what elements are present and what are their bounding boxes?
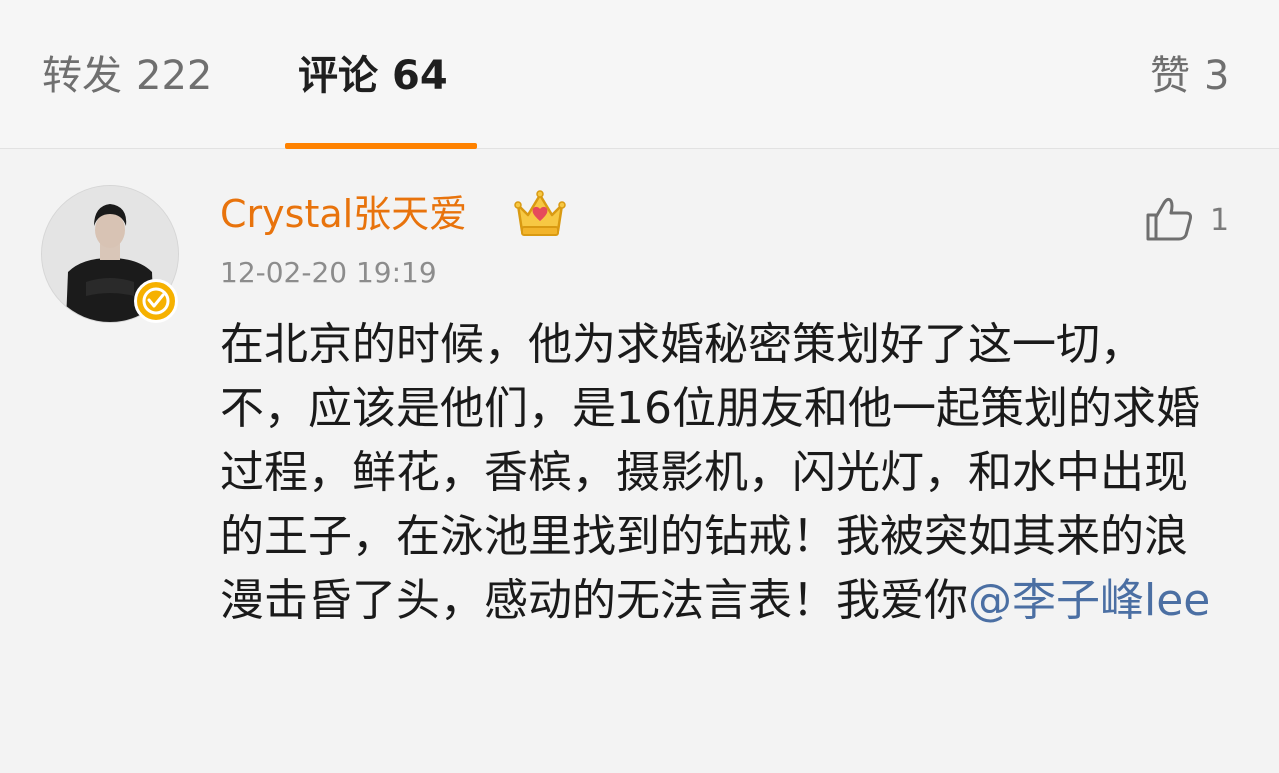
tab-repost-label: 转发 [42,53,122,99]
tab-comments-label: 评论 [298,53,378,99]
verified-badge-icon [134,279,178,323]
tab-likes-count: 3 [1204,53,1230,99]
thumbs-up-icon [1146,197,1192,241]
tab-comments[interactable]: 评论 64 [298,48,448,104]
like-count: 1 [1210,203,1230,238]
comment-username[interactable]: Crystal张天爱 [220,189,467,239]
tab-repost[interactable]: 转发 222 [42,48,212,104]
tab-comments-count: 64 [392,53,448,99]
comment-item: Crystal张天爱 12-02-20 19:19 1 在北京的时候，他为求婚秘… [0,149,1279,773]
crown-badge-icon[interactable] [512,187,568,239]
comment-timestamp: 12-02-20 19:19 [220,256,437,289]
mention-link[interactable]: @李子峰lee [968,575,1210,626]
tab-likes[interactable]: 赞3 [1150,48,1229,104]
like-button[interactable]: 1 [1142,193,1252,249]
comment-body: 在北京的时候，他为求婚秘密策划好了这一切，不，应该是他们，是16位朋友和他一起策… [220,313,1220,633]
tab-repost-count: 222 [136,53,213,99]
tab-likes-label: 赞 [1150,53,1190,99]
comment-tabbar: 转发 222 评论 64 赞3 [0,0,1279,149]
